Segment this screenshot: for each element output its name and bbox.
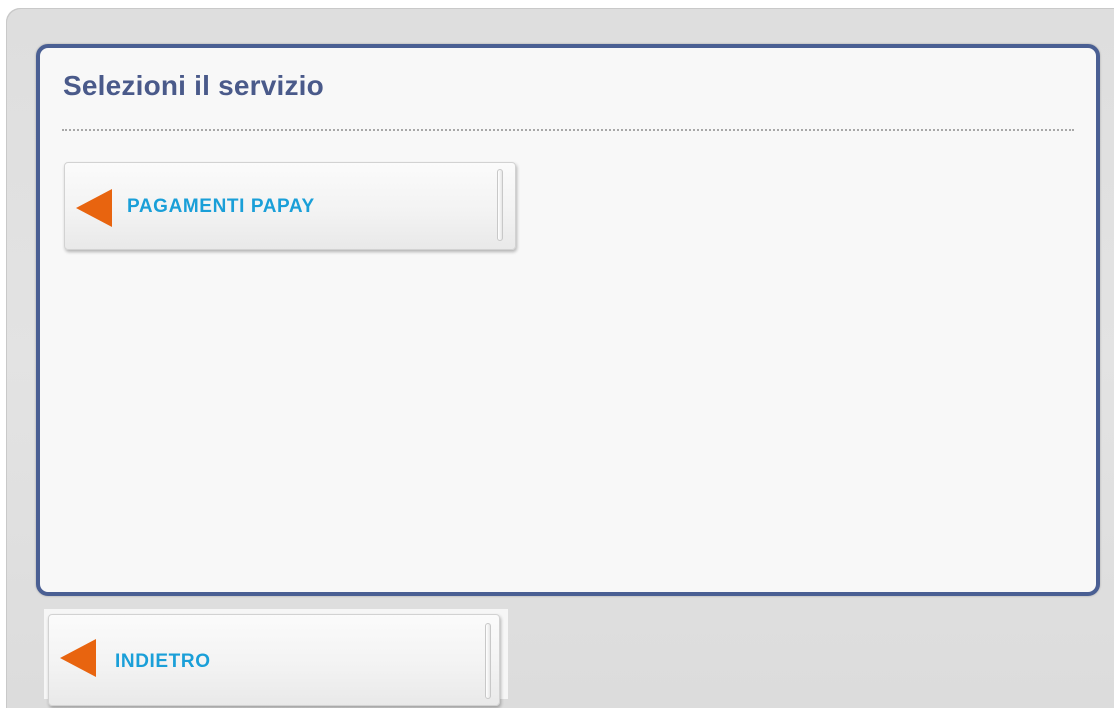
back-button-area: INDIETRO	[44, 609, 508, 706]
button-grip	[485, 623, 491, 699]
indietro-label: INDIETRO	[115, 651, 211, 672]
pagamenti-papay-button[interactable]: PAGAMENTI PAPAY	[64, 162, 516, 250]
pagamenti-papay-label: PAGAMENTI PAPAY	[127, 196, 315, 217]
indietro-button[interactable]: INDIETRO	[48, 614, 500, 706]
arrow-left-icon	[60, 639, 96, 677]
arrow-left-icon	[76, 189, 112, 227]
page-title: Selezioni il servizio	[63, 70, 324, 101]
dotted-divider	[62, 129, 1074, 131]
button-grip	[497, 169, 503, 241]
service-selection-panel: Selezioni il servizio PAGAMENTI PAPAY	[36, 44, 1100, 596]
